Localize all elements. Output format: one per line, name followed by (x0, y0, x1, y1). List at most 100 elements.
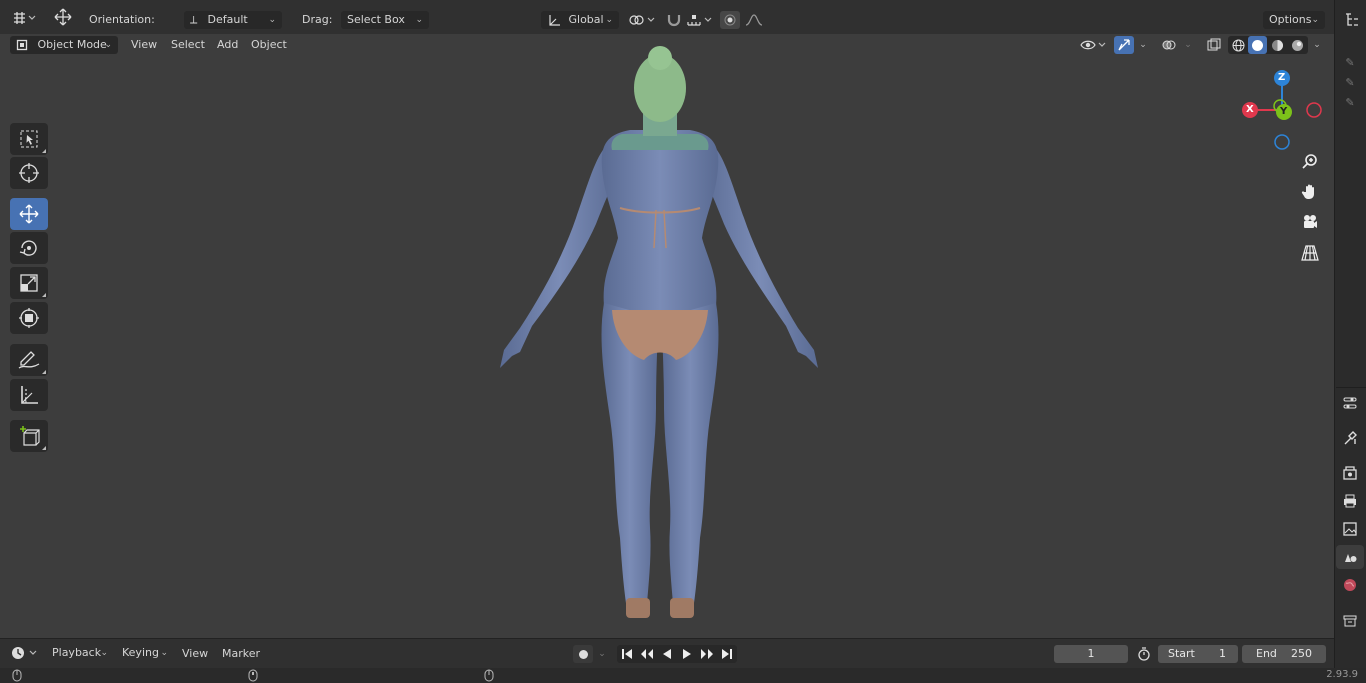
menu-view[interactable]: View (127, 37, 161, 53)
pencil-icon: ✎ (1345, 55, 1355, 69)
add-cube-tool[interactable] (10, 420, 48, 452)
move-tool-header-icon (50, 8, 76, 26)
wrench-screwdriver-icon (1344, 431, 1357, 445)
next-keyframe-icon (701, 649, 713, 659)
pivot-point-button[interactable] (626, 11, 658, 29)
cursor-tool[interactable] (10, 157, 48, 189)
move-tool[interactable] (10, 198, 48, 230)
proportional-editing-button[interactable] (720, 11, 740, 29)
chevron-down-icon: ⌄ (1139, 40, 1147, 50)
overlays-toggle-button[interactable] (1159, 36, 1179, 54)
shading-dropdown[interactable]: ⌄ (1309, 36, 1325, 54)
render-properties-tab[interactable] (1336, 461, 1364, 485)
snap-target-dropdown[interactable] (685, 11, 715, 29)
status-bar: 2.93.9 (0, 668, 1366, 683)
rendered-shading-button[interactable] (1288, 36, 1307, 54)
mouse-middle-icon (248, 669, 258, 683)
chevron-down-icon: ⌄ (160, 648, 168, 658)
cursor-icon (19, 163, 39, 183)
scene-properties-tab[interactable] (1336, 545, 1364, 569)
measure-tool[interactable] (10, 379, 48, 411)
outliner-editor-button[interactable] (1340, 10, 1364, 30)
timeline-editor-type-button[interactable] (10, 644, 40, 662)
outliner-item-3[interactable]: ✎ (1340, 94, 1360, 110)
add-cube-icon (20, 426, 40, 446)
menu-add[interactable]: Add (213, 37, 242, 53)
transform-orientation-dropdown[interactable]: Global ⌄ (541, 11, 619, 29)
options-dropdown[interactable]: Options ⌄ (1263, 11, 1325, 29)
outliner-item-2[interactable]: ✎ (1340, 74, 1360, 90)
mode-dropdown[interactable]: Object Mode ⌄ (10, 36, 118, 54)
camera-view-button[interactable] (1297, 209, 1323, 235)
jump-to-start-button[interactable] (617, 645, 637, 663)
auto-keying-button[interactable] (573, 645, 593, 663)
snap-toggle-button[interactable] (664, 11, 684, 29)
playback-menu[interactable]: Playback ⌄ (46, 644, 114, 662)
end-label: End (1256, 647, 1277, 660)
end-frame-field[interactable]: End 250 (1242, 645, 1326, 663)
zoom-button[interactable] (1297, 149, 1323, 175)
playback-label: Playback (52, 646, 102, 659)
solid-shading-button[interactable] (1248, 36, 1267, 54)
start-label: Start (1168, 647, 1195, 660)
image-layers-icon (1343, 522, 1357, 536)
gizmo-dropdown[interactable]: ⌄ (1134, 36, 1152, 54)
3d-viewport[interactable]: Z X Y (0, 46, 1334, 638)
falloff-curve-icon (745, 14, 763, 26)
timeline-menu-marker[interactable]: Marker (218, 646, 264, 662)
jump-to-end-button[interactable] (717, 645, 737, 663)
output-properties-tab[interactable] (1336, 489, 1364, 513)
use-preview-range-button[interactable] (1134, 645, 1154, 663)
wireframe-shading-button[interactable] (1229, 36, 1248, 54)
jump-next-keyframe-button[interactable] (697, 645, 717, 663)
perspective-grid-icon (1301, 245, 1319, 261)
menu-object[interactable]: Object (247, 37, 291, 53)
hand-pan-icon (1301, 184, 1314, 199)
menu-select[interactable]: Select (167, 37, 209, 53)
visibility-dropdown[interactable] (1078, 36, 1108, 54)
tool-properties-tab[interactable] (1336, 426, 1364, 450)
tool-settings-header: Orientation: ⟂ Default ⌄ Drag: Select Bo… (0, 0, 1334, 34)
rotate-tool[interactable] (10, 232, 48, 264)
end-value: 250 (1291, 647, 1312, 660)
collection-properties-tab[interactable] (1336, 609, 1364, 633)
eye-icon (1080, 40, 1106, 50)
chevron-down-icon: ⌄ (1184, 40, 1192, 50)
keying-set-dropdown[interactable]: ⌄ (594, 645, 610, 663)
rendered-sphere-icon (1292, 39, 1303, 51)
gizmo-toggle-button[interactable] (1114, 36, 1134, 54)
transform-tool[interactable] (10, 302, 48, 334)
x-axis-label: X (1246, 104, 1254, 115)
play-button[interactable] (677, 645, 697, 663)
xray-toggle-button[interactable] (1204, 36, 1224, 54)
perspective-toggle-button[interactable] (1297, 240, 1323, 266)
object-mode-icon (16, 36, 34, 54)
character-model[interactable] (480, 38, 840, 618)
outliner-item-1[interactable]: ✎ (1340, 54, 1360, 70)
jump-prev-keyframe-button[interactable] (637, 645, 657, 663)
navigation-gizmo[interactable]: Z X Y (1236, 64, 1332, 160)
chevron-down-icon: ⌄ (1311, 15, 1319, 25)
timeline-menu-view[interactable]: View (178, 646, 212, 662)
falloff-dropdown[interactable] (742, 11, 766, 29)
start-frame-field[interactable]: Start 1 (1158, 645, 1238, 663)
overlays-dropdown[interactable]: ⌄ (1180, 36, 1196, 54)
world-properties-tab[interactable] (1336, 573, 1364, 597)
stopwatch-icon (1138, 647, 1150, 661)
orientation-icon: ⟂ (190, 13, 198, 26)
pencil-icon: ✎ (1345, 95, 1355, 109)
drag-dropdown[interactable]: Select Box ⌄ (341, 11, 429, 29)
pan-button[interactable] (1297, 179, 1323, 205)
orientation-dropdown[interactable]: ⟂ Default ⌄ (184, 11, 282, 29)
chevron-down-icon: ⌄ (598, 649, 606, 659)
current-frame-field[interactable]: 1 (1054, 645, 1128, 663)
keying-menu[interactable]: Keying ⌄ (116, 644, 174, 662)
select-box-tool[interactable] (10, 123, 48, 155)
play-reverse-button[interactable] (657, 645, 677, 663)
view-layer-properties-tab[interactable] (1336, 517, 1364, 541)
annotate-tool[interactable] (10, 344, 48, 376)
scale-tool[interactable] (10, 267, 48, 299)
editor-type-button[interactable] (10, 9, 40, 27)
properties-editor-button[interactable] (1336, 391, 1364, 415)
material-preview-button[interactable] (1268, 36, 1287, 54)
